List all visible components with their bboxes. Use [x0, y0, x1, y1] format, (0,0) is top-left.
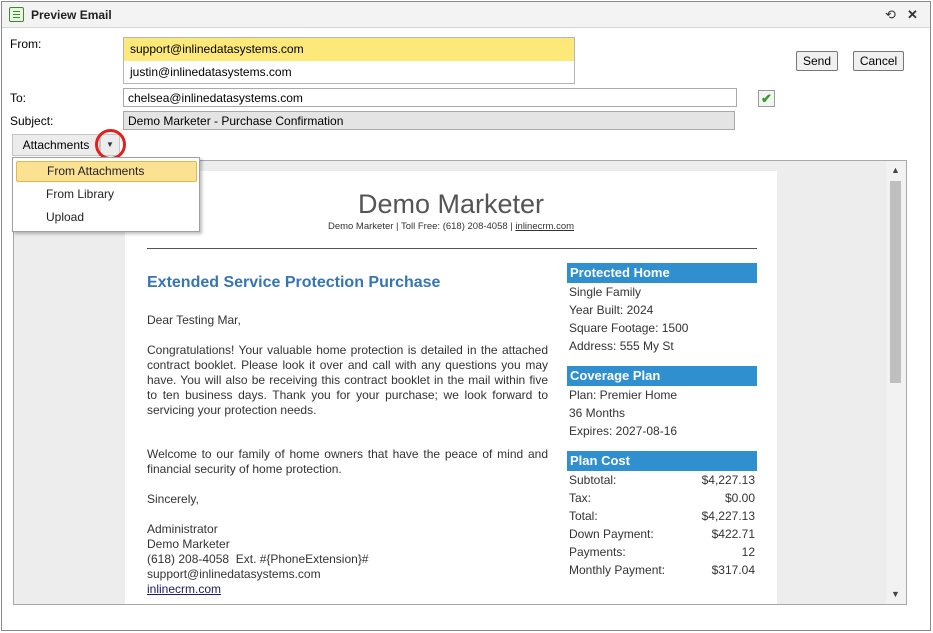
plan-cost-panel: Plan Cost Subtotal: $4,227.13 Tax: $0.00 T…: [567, 451, 757, 579]
to-field[interactable]: chelsea@inlinedatasystems.com: [123, 88, 737, 107]
preview-email-window: Preview Email ⟲ ✕ From: support@inlineda…: [1, 1, 931, 631]
from-option[interactable]: justin@inlinedatasystems.com: [124, 61, 574, 84]
signature-line: support@inlinedatasystems.com: [147, 567, 321, 581]
signature-line: Demo Marketer: [147, 537, 230, 551]
menu-item-from-library[interactable]: From Library: [16, 184, 197, 205]
scroll-up-icon[interactable]: ▲: [891, 165, 900, 175]
protected-home-title: Protected Home: [567, 263, 757, 283]
protected-home-panel: Protected Home Single Family Year Built:…: [567, 263, 757, 355]
protected-home-line: Address: 555 My St: [569, 339, 674, 353]
refresh-icon[interactable]: ⟲: [885, 8, 896, 22]
highlight-circle: [95, 129, 126, 160]
paragraph-1: Congratulations! Your valuable home prot…: [147, 343, 548, 417]
divider: [147, 248, 757, 249]
signature-link[interactable]: inlinecrm.com: [147, 582, 221, 596]
coverage-plan-panel: Coverage Plan Plan: Premier Home 36 Mont…: [567, 366, 757, 440]
brand-title: Demo Marketer: [357, 189, 545, 219]
from-option-selected[interactable]: support@inlinedatasystems.com: [124, 38, 574, 61]
to-label: To:: [10, 91, 27, 105]
cost-row: Down Payment: $422.71: [569, 527, 755, 541]
signature-line: Administrator: [147, 522, 218, 536]
protected-home-line: Square Footage: 1500: [569, 321, 689, 335]
email-body: Demo Marketer Demo Marketer | Toll Free:…: [125, 171, 777, 604]
from-label: From:: [10, 37, 42, 51]
closing: Sincerely,: [147, 492, 199, 506]
attachments-menu: From Attachments From Library Upload: [12, 157, 200, 232]
coverage-plan-line: Expires: 2027-08-16: [569, 424, 678, 438]
coverage-plan-line: Plan: Premier Home: [569, 388, 678, 402]
window-title: Preview Email: [31, 8, 112, 22]
greeting: Dear Testing Mar,: [147, 313, 241, 327]
scroll-thumb[interactable]: [890, 181, 901, 383]
subject-label: Subject:: [10, 114, 54, 128]
close-icon[interactable]: ✕: [907, 8, 918, 22]
cost-row: Total: $4,227.13: [569, 509, 755, 523]
cost-row: Tax: $0.00: [569, 491, 755, 505]
from-select-list[interactable]: support@inlinedatasystems.com justin@inl…: [123, 37, 575, 84]
cost-row: Payments: 12: [569, 545, 755, 559]
protected-home-line: Year Built: 2024: [569, 303, 654, 317]
coverage-plan-line: 36 Months: [569, 406, 626, 420]
cost-row: Monthly Payment: $317.04: [569, 563, 755, 577]
send-button[interactable]: Send: [796, 51, 838, 71]
email-heading: Extended Service Protection Purchase: [147, 274, 441, 291]
coverage-plan-title: Coverage Plan: [567, 366, 757, 386]
tagline-text: Demo Marketer | Toll Free: (618) 208-405…: [327, 221, 516, 232]
paragraph-2: Welcome to our family of home owners tha…: [147, 447, 548, 476]
protected-home-line: Single Family: [569, 285, 642, 299]
subject-field[interactable]: Demo Marketer - Purchase Confirmation: [123, 111, 735, 130]
cost-row: Subtotal: $4,227.13: [569, 473, 755, 487]
cancel-button[interactable]: Cancel: [853, 51, 904, 71]
check-icon[interactable]: ✔: [758, 90, 775, 107]
plan-cost-title: Plan Cost: [567, 451, 757, 471]
scroll-down-icon[interactable]: ▼: [891, 589, 900, 599]
menu-item-upload[interactable]: Upload: [16, 207, 197, 228]
signature-line: (618) 208-4058 Ext. #{PhoneExtension}#: [147, 552, 369, 566]
document-icon: [9, 7, 24, 22]
vertical-scrollbar[interactable]: ▲ ▼: [886, 161, 906, 604]
title-bar: Preview Email ⟲ ✕: [2, 2, 930, 28]
tagline-link[interactable]: inlinecrm.com: [515, 221, 574, 232]
attachments-button[interactable]: Attachments: [12, 134, 100, 156]
tagline: Demo Marketer | Toll Free: (618) 208-405…: [125, 221, 777, 232]
menu-item-from-attachments[interactable]: From Attachments: [16, 161, 197, 182]
